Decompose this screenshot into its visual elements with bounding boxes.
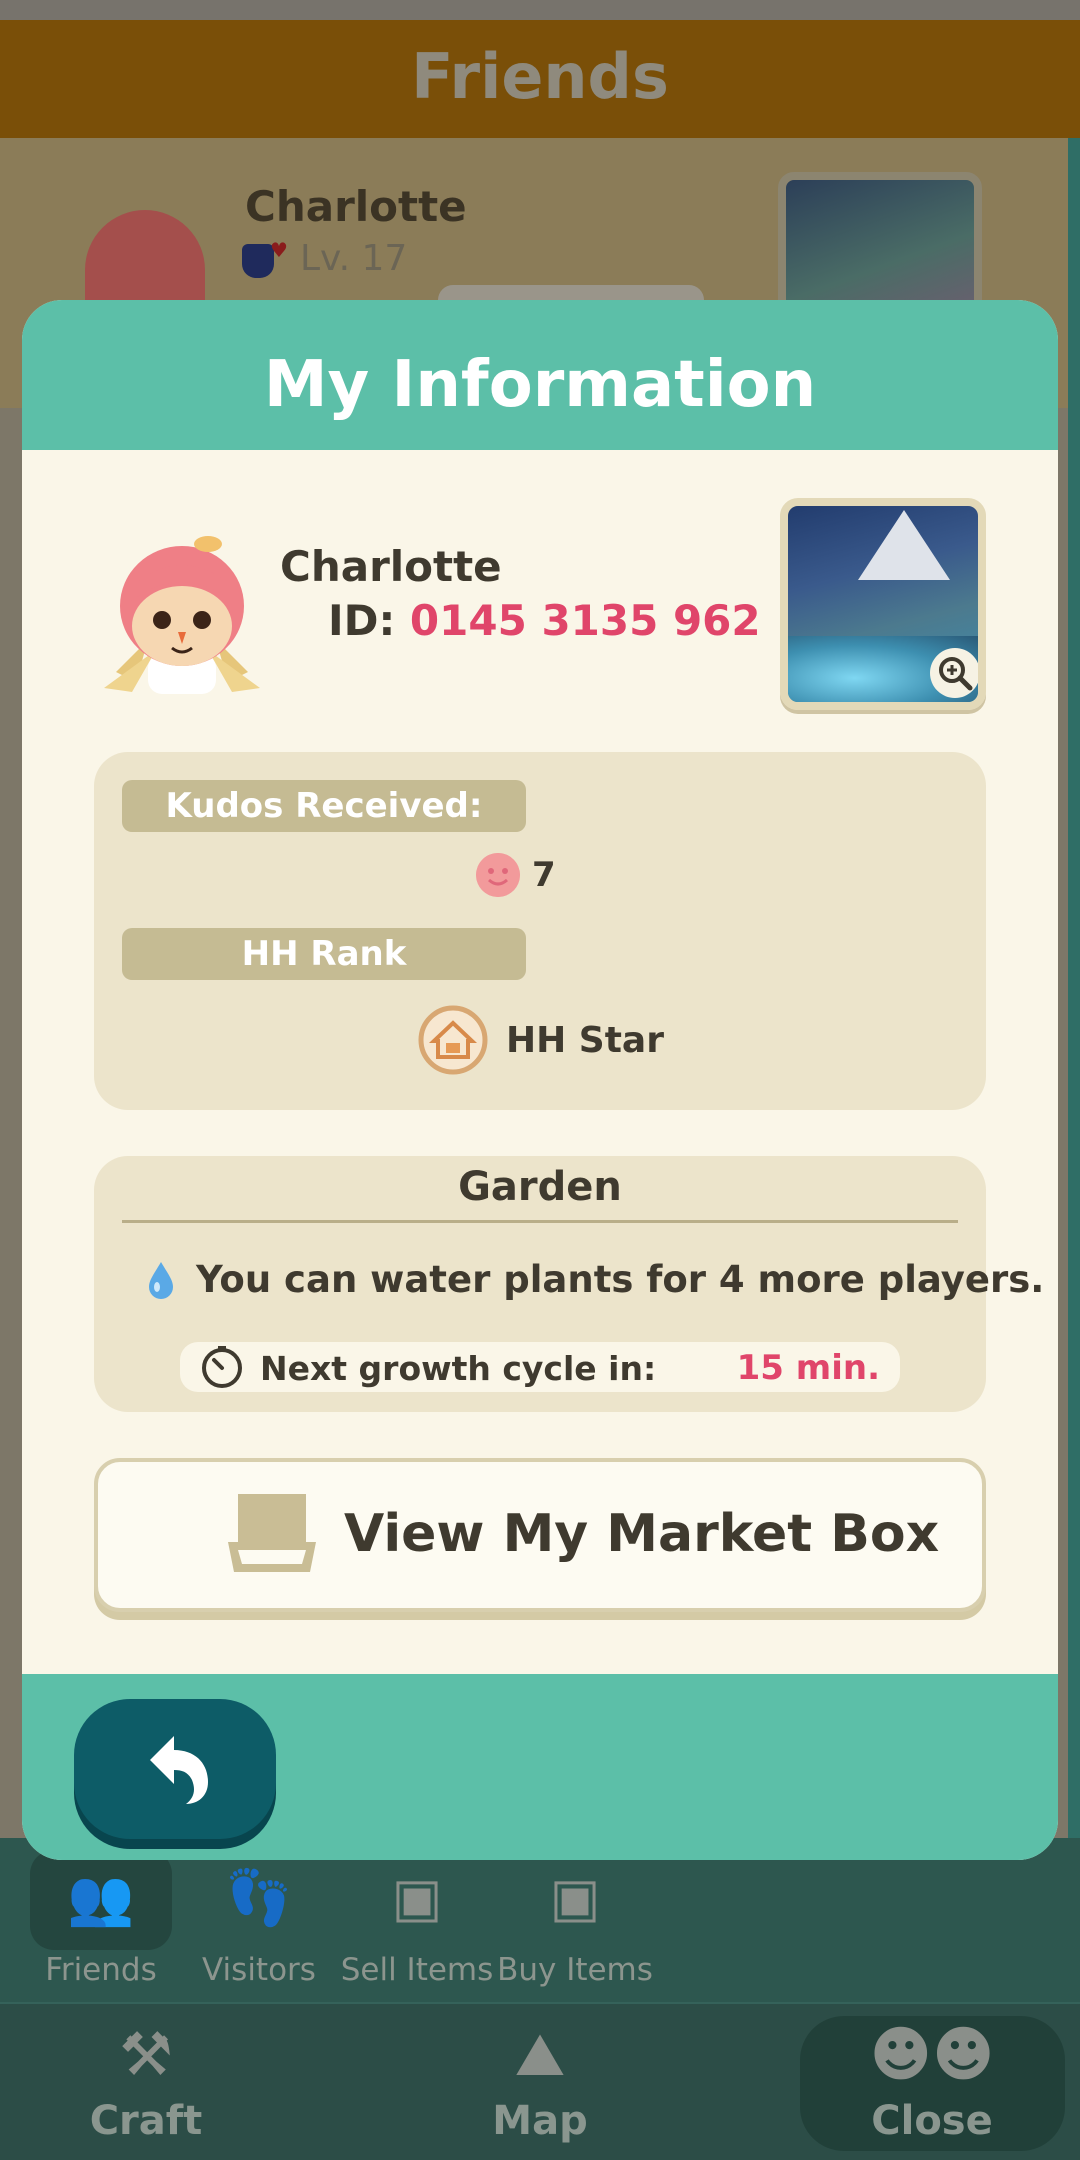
heart-icon: ♥ — [270, 238, 288, 262]
friend-level: Lv. 17 — [300, 238, 408, 279]
campsite-thumbnail[interactable] — [780, 498, 986, 710]
watering-info: You can water plants for 4 more players. — [146, 1258, 1044, 1301]
characters-icon[interactable]: ☻☻ — [812, 2020, 1052, 2090]
timer-icon — [202, 1346, 242, 1388]
player-avatar — [104, 536, 260, 694]
market-box-people-icon[interactable]: ▣ — [490, 1866, 660, 1929]
market-box-icon — [228, 1494, 316, 1572]
player-id-row: ID: 0145 3135 962 — [328, 596, 761, 645]
tab-sell-items[interactable]: Sell Items — [332, 1952, 502, 1988]
craft-tools-icon[interactable]: ⚒ — [26, 2020, 266, 2090]
nav-close[interactable]: Close — [812, 2098, 1052, 2144]
dialog-title: My Information — [263, 348, 817, 422]
tab-friends[interactable]: Friends — [16, 1952, 186, 1988]
garden-title: Garden — [458, 1164, 622, 1210]
tent-image — [858, 510, 950, 580]
zoom-in-icon[interactable] — [930, 648, 978, 698]
rank-label: HH Rank — [122, 928, 526, 980]
house-badge-icon — [418, 1005, 488, 1075]
smile-icon — [476, 853, 520, 897]
view-market-box-label[interactable]: View My Market Box — [344, 1504, 939, 1564]
kudos-value: 7 — [532, 855, 556, 895]
back-arrow-icon — [150, 1736, 208, 1804]
friends-page-title: Friends — [411, 40, 669, 113]
growth-cycle-label-group: Next growth cycle in: — [200, 1346, 656, 1390]
scroll-track — [1068, 138, 1080, 1838]
rank-row: HH Star — [418, 1005, 664, 1075]
footprints-icon[interactable]: 👣 — [174, 1866, 344, 1930]
tab-buy-items[interactable]: Buy Items — [490, 1952, 660, 1988]
kudos-label: Kudos Received: — [122, 780, 526, 832]
growth-cycle-value: 15 min. — [736, 1348, 880, 1388]
water-drop-icon — [149, 1261, 173, 1299]
kudos-count: 7 — [476, 852, 556, 898]
watering-text: You can water plants for 4 more players. — [196, 1258, 1045, 1301]
status-bar-area — [0, 0, 1080, 20]
player-id-value: 0145 3135 962 — [409, 596, 761, 645]
growth-cycle-label: Next growth cycle in: — [260, 1348, 657, 1388]
back-button[interactable] — [74, 1699, 276, 1839]
map-icon[interactable]: ⛰ — [420, 2020, 660, 2090]
nav-map[interactable]: Map — [420, 2098, 660, 2144]
player-name: Charlotte — [280, 542, 502, 591]
rank-value: HH Star — [506, 1019, 664, 1061]
nav-craft[interactable]: Craft — [26, 2098, 266, 2144]
friends-icon[interactable]: 👥 — [16, 1866, 186, 1930]
garden-divider — [122, 1220, 958, 1223]
tab-visitors[interactable]: Visitors — [174, 1952, 344, 1988]
market-box-icon[interactable]: ▣ — [332, 1866, 502, 1929]
friend-name: Charlotte — [245, 182, 467, 231]
player-id-label: ID: — [328, 596, 396, 645]
